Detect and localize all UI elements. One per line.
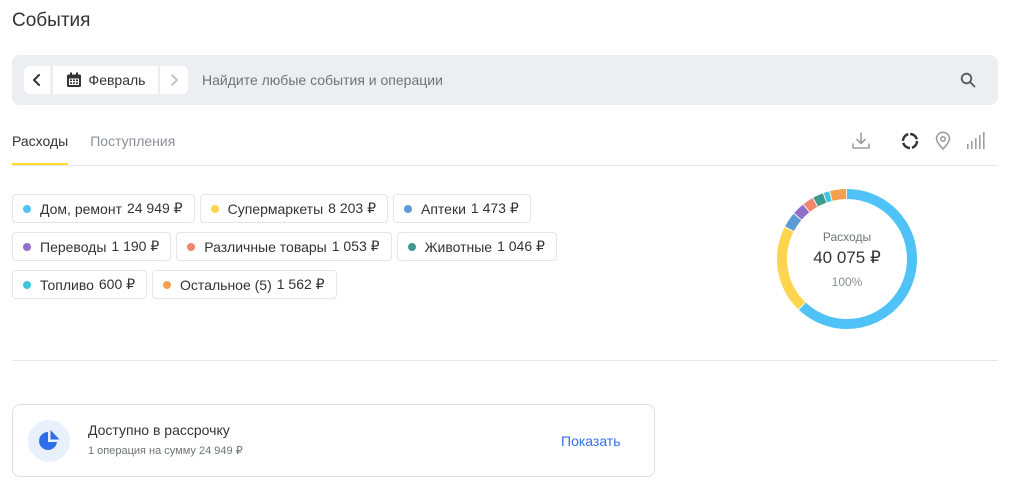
page-title: События (12, 10, 91, 31)
prev-month-button[interactable] (24, 66, 50, 94)
category-dot (187, 242, 196, 251)
category-label: Дом, ремонт (40, 200, 122, 217)
section-divider (12, 360, 998, 361)
donut-total: 40 075 ₽ (813, 248, 881, 267)
category-amount: 8 203 ₽ (328, 200, 376, 216)
month-label: Февраль (88, 72, 146, 88)
bar-chart-icon[interactable] (966, 131, 986, 151)
category-dot (163, 280, 172, 289)
donut-percent: 100% (831, 275, 863, 289)
category-dot (210, 204, 219, 213)
category-dot (403, 204, 412, 213)
installment-card: Доступно в рассрочку 1 операция на сумму… (12, 404, 655, 477)
category-amount: 1 046 ₽ (497, 238, 545, 254)
category-chip[interactable]: Остальное (5) 1 562 ₽ (152, 270, 337, 299)
search-input[interactable]: Найдите любые события и операции (202, 72, 443, 88)
search-icon[interactable] (960, 72, 976, 88)
category-chip[interactable]: Переводы 1 190 ₽ (12, 232, 172, 261)
installment-title: Доступно в рассрочку (88, 422, 230, 438)
tab-income[interactable]: Поступления (90, 132, 175, 165)
category-label: Аптеки (420, 200, 466, 217)
donut-chart-icon[interactable] (900, 131, 920, 151)
category-chip[interactable]: Супермаркеты 8 203 ₽ (199, 194, 388, 223)
calendar-icon (66, 72, 81, 87)
category-chips: Дом, ремонт 24 949 ₽ Супермаркеты 8 203 … (12, 194, 572, 308)
chevron-left-icon (33, 74, 40, 86)
category-dot (23, 204, 31, 213)
search-bar: Февраль Найдите любые события и операции (12, 55, 998, 105)
category-chip[interactable]: Дом, ремонт 24 949 ₽ (12, 194, 195, 223)
category-dot (407, 242, 416, 251)
category-label: Топливо (40, 276, 94, 293)
category-label: Различные товары (204, 238, 327, 255)
category-amount: 1 562 ₽ (276, 276, 325, 292)
donut-label: Расходы (822, 230, 872, 244)
category-chip[interactable]: Топливо 600 ₽ (12, 270, 148, 299)
category-amount: 1 473 ₽ (470, 200, 519, 216)
category-amount: 1 053 ₽ (331, 238, 380, 254)
map-pin-icon[interactable] (933, 131, 953, 151)
tab-expenses[interactable]: Расходы (12, 132, 69, 165)
category-label: Животные (424, 238, 493, 255)
donut-center: Расходы 40 075 ₽ 100% (772, 184, 922, 334)
installment-icon (28, 420, 70, 462)
category-dot (23, 280, 31, 289)
category-amount: 1 190 ₽ (111, 238, 160, 254)
category-chip[interactable]: Животные 1 046 ₽ (396, 232, 557, 261)
category-label: Супермаркеты (227, 200, 324, 217)
download-icon[interactable] (851, 131, 871, 151)
next-month-button[interactable] (160, 66, 188, 94)
category-label: Остальное (5) (180, 276, 272, 293)
category-amount: 600 ₽ (98, 276, 136, 292)
month-picker-button[interactable]: Февраль (52, 66, 158, 94)
category-chip[interactable]: Аптеки 1 473 ₽ (392, 194, 531, 223)
tabs: Расходы Поступления (12, 132, 175, 165)
category-amount: 24 949 ₽ (126, 200, 183, 216)
show-installment-link[interactable]: Показать (561, 433, 621, 449)
installment-subtitle: 1 операция на сумму 24 949 ₽ (88, 445, 243, 457)
category-label: Переводы (40, 238, 107, 255)
category-chip[interactable]: Различные товары 1 053 ₽ (176, 232, 392, 261)
tabs-divider (12, 165, 998, 166)
chevron-right-icon (171, 74, 178, 86)
category-dot (23, 242, 31, 251)
